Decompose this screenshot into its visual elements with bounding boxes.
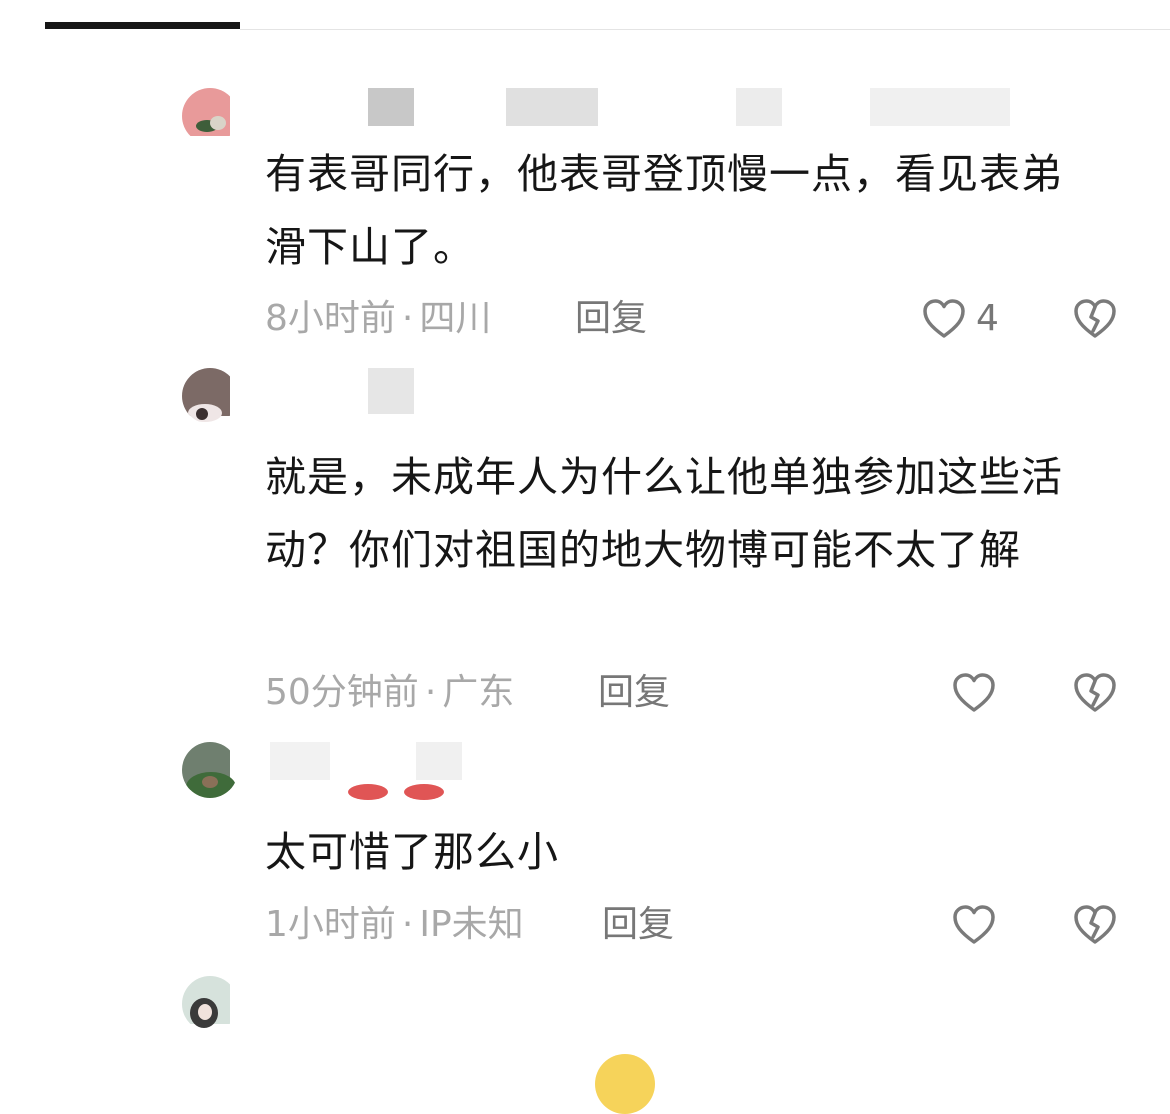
comment-location: 广东 [442, 672, 515, 713]
comment-time: 1小时前 [265, 904, 396, 945]
top-divider [240, 29, 1170, 30]
comment-time: 50分钟前 [265, 672, 419, 713]
comment-text: 有表哥同行，他表哥登顶慢一点，看见表弟滑下山了。 [265, 150, 1063, 271]
like-button[interactable]: 4 [920, 295, 999, 343]
heart-outline-icon [953, 673, 995, 712]
comment-location: 四川 [419, 298, 492, 339]
emoji-icon [595, 1054, 655, 1114]
comment-text: 就是，未成年人为什么让他单独参加这些活动？你们对祖国的地大物博可能不太了解 [265, 453, 1063, 574]
like-count: 4 [976, 298, 999, 339]
reply-button[interactable]: 回复 [575, 295, 647, 343]
reply-button[interactable]: 回复 [598, 669, 670, 717]
broken-heart-icon[interactable] [1071, 901, 1119, 949]
avatar[interactable] [182, 976, 238, 1032]
broken-heart-icon[interactable] [1071, 669, 1119, 717]
reply-button[interactable]: 回复 [602, 901, 674, 949]
broken-heart-icon[interactable] [1071, 295, 1119, 343]
heart-outline-icon [953, 905, 995, 944]
comment-text: 太可惜了那么小 [265, 828, 559, 876]
comment-meta: 50分钟前 · 广东 [265, 672, 515, 713]
comment-location: IP未知 [419, 904, 524, 945]
like-button[interactable] [950, 901, 1006, 949]
avatar[interactable] [182, 368, 238, 424]
active-tab-indicator [45, 22, 240, 29]
heart-outline-icon [923, 299, 965, 338]
comment-meta: 1小时前 · IP未知 [265, 904, 524, 945]
like-button[interactable] [950, 669, 1006, 717]
top-tab-bar [0, 0, 1170, 34]
avatar[interactable] [182, 88, 238, 144]
comment-meta: 8小时前 · 四川 [265, 298, 492, 339]
comment-time: 8小时前 [265, 298, 396, 339]
avatar[interactable] [182, 742, 238, 798]
